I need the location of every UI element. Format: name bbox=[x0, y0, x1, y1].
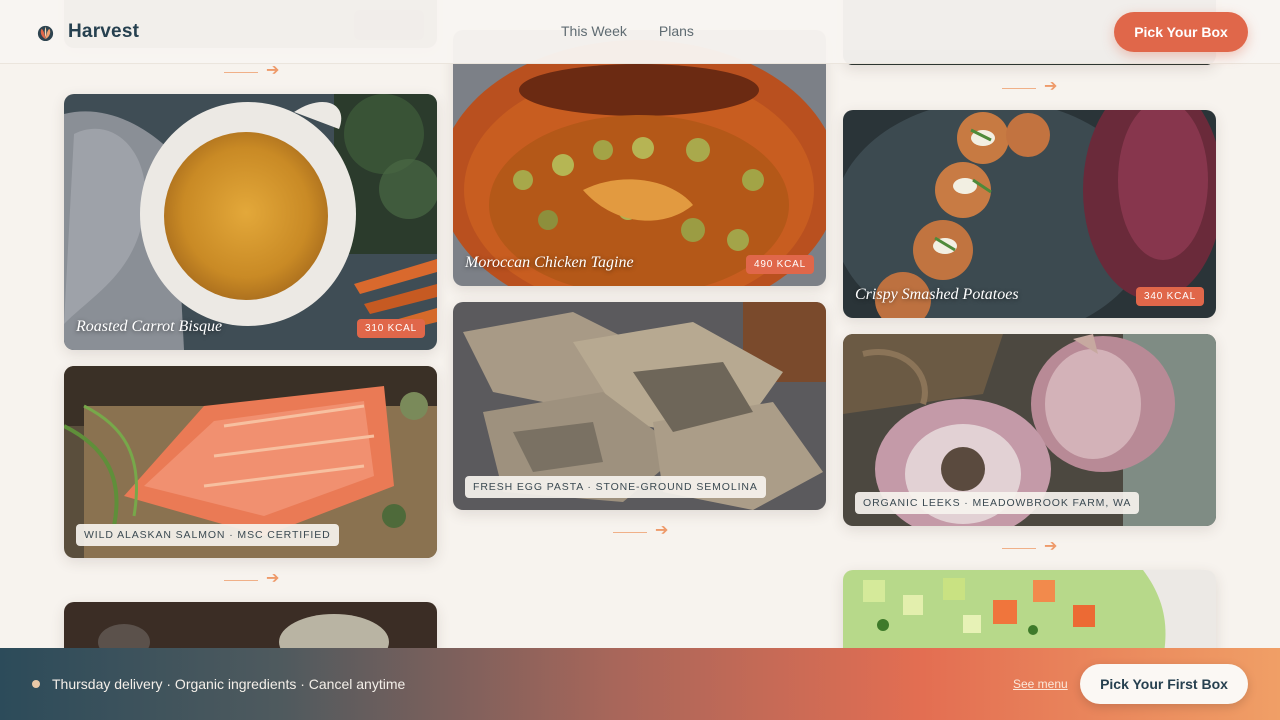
arrow-right-icon: ➔ bbox=[1044, 538, 1058, 555]
see-menu-link[interactable]: See menu bbox=[1013, 677, 1068, 691]
main-nav: This Week Plans bbox=[561, 23, 694, 39]
arrow-line bbox=[224, 72, 258, 73]
arrow-line bbox=[1002, 548, 1036, 549]
arrow-line bbox=[613, 532, 647, 533]
nav-this-week[interactable]: This Week bbox=[561, 23, 627, 39]
kcal-badge: 490 KCAL bbox=[746, 255, 814, 274]
kcal-badge: 310 KCAL bbox=[357, 319, 425, 338]
delivery-info: Thursday delivery · Organic ingredients … bbox=[52, 676, 406, 692]
recipe-title: Crispy Smashed Potatoes bbox=[855, 286, 1019, 303]
view-recipe-link[interactable]: ➔ bbox=[1002, 538, 1062, 555]
arrow-right-icon: ➔ bbox=[655, 522, 669, 539]
nav-plans[interactable]: Plans bbox=[659, 23, 694, 39]
source-tag: ORGANIC LEEKS · MEADOWBROOK FARM, WA bbox=[855, 492, 1140, 514]
view-recipe-link[interactable]: ➔ bbox=[613, 522, 673, 539]
site-header: Harvest This Week Plans Pick Your Box bbox=[0, 0, 1280, 64]
arrow-line bbox=[1002, 88, 1036, 89]
carrot-bisque-photo bbox=[64, 94, 437, 350]
kcal-badge: 340 KCAL bbox=[1136, 287, 1204, 306]
recipe-title: Moroccan Chicken Tagine bbox=[465, 254, 634, 271]
view-recipe-link[interactable]: ➔ bbox=[1002, 78, 1062, 95]
recipe-card-carrot-bisque[interactable]: Roasted Carrot Bisque 310 KCAL bbox=[64, 94, 437, 350]
source-tag: FRESH EGG PASTA · STONE-GROUND SEMOLINA bbox=[465, 476, 766, 498]
sticky-cta-bar: Thursday delivery · Organic ingredients … bbox=[0, 648, 1280, 720]
ingredient-card-salmon[interactable]: WILD ALASKAN SALMON · MSC CERTIFIED bbox=[64, 366, 437, 558]
recipe-card-chicken-tagine[interactable]: Moroccan Chicken Tagine 490 KCAL bbox=[453, 30, 826, 286]
pick-your-first-box-button[interactable]: Pick Your First Box bbox=[1080, 664, 1248, 704]
view-recipe-link[interactable]: ➔ bbox=[224, 62, 284, 79]
arrow-right-icon: ➔ bbox=[1044, 78, 1058, 95]
view-recipe-link[interactable]: ➔ bbox=[224, 570, 284, 587]
arrow-right-icon: ➔ bbox=[266, 570, 280, 587]
arrow-right-icon: ➔ bbox=[266, 62, 280, 79]
chicken-tagine-photo bbox=[453, 30, 826, 286]
source-tag: WILD ALASKAN SALMON · MSC CERTIFIED bbox=[76, 524, 339, 546]
ingredient-card-leeks[interactable]: ORGANIC LEEKS · MEADOWBROOK FARM, WA bbox=[843, 334, 1216, 526]
recipe-card-smashed-potatoes[interactable]: Crispy Smashed Potatoes 340 KCAL bbox=[843, 110, 1216, 318]
status-dot-icon bbox=[32, 680, 40, 688]
recipe-title: Roasted Carrot Bisque bbox=[76, 318, 223, 335]
harvest-logo-icon bbox=[37, 25, 54, 41]
arrow-line bbox=[224, 580, 258, 581]
ingredient-card-pasta[interactable]: FRESH EGG PASTA · STONE-GROUND SEMOLINA bbox=[453, 302, 826, 510]
brand[interactable]: Harvest bbox=[36, 20, 139, 44]
brand-name: Harvest bbox=[68, 21, 140, 42]
pick-your-box-button[interactable]: Pick Your Box bbox=[1114, 12, 1248, 52]
